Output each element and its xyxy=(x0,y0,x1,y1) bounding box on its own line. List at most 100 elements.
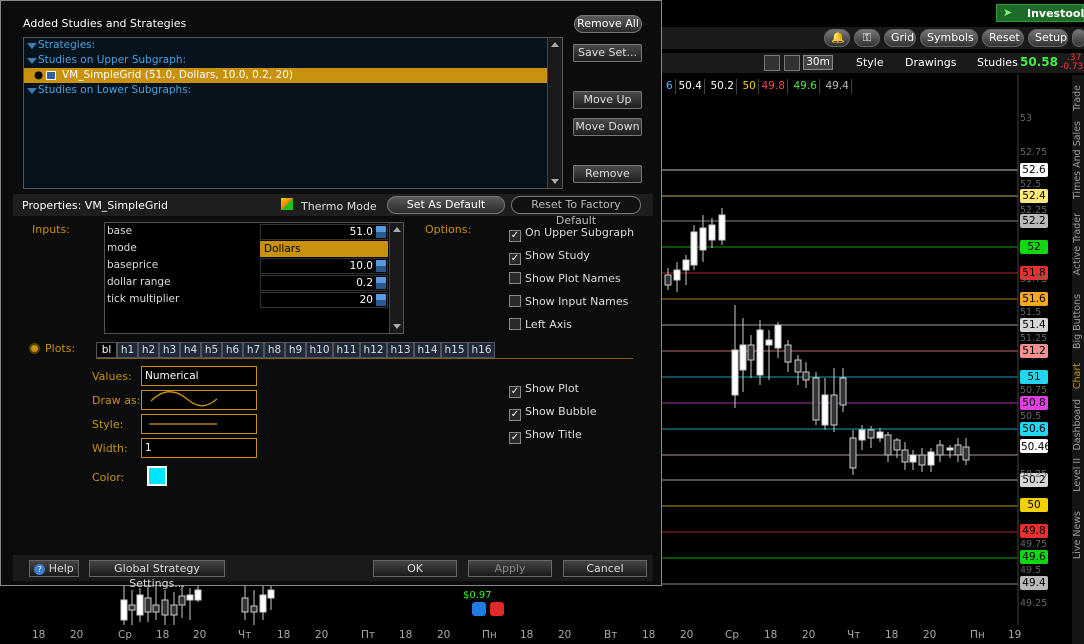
ok-button[interactable]: OK xyxy=(373,560,457,577)
plot-tab[interactable]: h7 xyxy=(243,342,264,358)
side-tab[interactable]: Dashboard xyxy=(1072,399,1083,451)
input-value-field[interactable]: 20 xyxy=(260,292,388,308)
spinner-icon[interactable] xyxy=(376,260,386,272)
plot-tab[interactable]: h12 xyxy=(360,342,387,358)
apply-button[interactable]: Apply xyxy=(468,560,552,577)
plot-tab[interactable]: h13 xyxy=(387,342,414,358)
symbols-button[interactable]: Symbols xyxy=(920,29,978,47)
cancel-button[interactable]: Cancel xyxy=(563,560,647,577)
move-up-button[interactable]: Move Up xyxy=(573,91,642,109)
side-tab[interactable]: Times And Sales xyxy=(1072,121,1083,199)
plot-tab[interactable]: h4 xyxy=(180,342,201,358)
plot-tab[interactable]: h14 xyxy=(414,342,441,358)
reset-button[interactable]: Reset xyxy=(982,29,1024,47)
timeframe-button[interactable]: 30m xyxy=(803,55,833,70)
side-tab[interactable]: Level II xyxy=(1072,458,1083,492)
checkbox-icon[interactable]: ✓ xyxy=(509,432,521,444)
input-row[interactable]: base 51.0 xyxy=(105,224,389,241)
collapse-icon[interactable] xyxy=(27,88,37,94)
plot-tab[interactable]: h3 xyxy=(159,342,180,358)
plot-tab[interactable]: h16 xyxy=(468,342,495,358)
checkbox-icon[interactable] xyxy=(509,318,521,330)
side-tab[interactable]: Chart xyxy=(1072,363,1083,389)
scroll-down-icon[interactable] xyxy=(551,179,559,184)
plot-tab[interactable]: h10 xyxy=(306,342,333,358)
spinner-icon[interactable] xyxy=(376,294,386,306)
checkbox-icon[interactable]: ✓ xyxy=(509,409,521,421)
global-strategy-settings-button[interactable]: Global Strategy Settings... xyxy=(89,560,225,590)
spinner-icon[interactable] xyxy=(376,226,386,238)
side-tab[interactable]: Trade xyxy=(1072,85,1083,111)
checkbox-icon[interactable] xyxy=(509,295,521,307)
studies-menu[interactable]: Studies xyxy=(977,56,1018,69)
list-item-selected-study[interactable]: ● VM_SimpleGrid (51.0, Dollars, 10.0, 0.… xyxy=(24,68,562,83)
plot-tab[interactable]: h8 xyxy=(264,342,285,358)
scroll-up-icon[interactable] xyxy=(551,42,559,47)
plot-tab[interactable]: h5 xyxy=(201,342,222,358)
reset-to-factory-button[interactable]: Reset To Factory Default xyxy=(511,196,641,227)
plot-option-checkbox[interactable]: ✓ Show Bubble xyxy=(509,405,596,421)
list-group-lower[interactable]: Studies on Lower Subgraphs: xyxy=(24,83,562,98)
option-checkbox[interactable]: Show Input Names xyxy=(509,295,628,309)
sell-icon[interactable] xyxy=(490,602,504,616)
option-checkbox[interactable]: Left Axis xyxy=(509,318,572,332)
thermo-mode-label[interactable]: Thermo Mode xyxy=(301,200,377,213)
thermo-icon[interactable] xyxy=(281,198,293,210)
alerts-bell-button[interactable]: 🔔 xyxy=(824,29,850,47)
fit-icon[interactable] xyxy=(764,55,780,71)
plot-option-checkbox[interactable]: ✓ Show Title xyxy=(509,428,582,444)
option-checkbox[interactable]: Show Plot Names xyxy=(509,272,621,286)
plot-option-checkbox[interactable]: ✓ Show Plot xyxy=(509,382,579,398)
mode-select[interactable]: Dollars xyxy=(260,241,388,257)
style-select[interactable] xyxy=(141,414,257,434)
checkbox-icon[interactable]: ✓ xyxy=(509,386,521,398)
style-menu[interactable]: Style xyxy=(856,56,884,69)
inputs-scrollbar[interactable] xyxy=(389,223,403,333)
setup-button[interactable]: Setup xyxy=(1028,29,1068,47)
values-select[interactable]: Numerical xyxy=(141,366,257,386)
input-row[interactable]: dollar range 0.2 xyxy=(105,275,389,292)
plot-color-swatch[interactable] xyxy=(147,466,167,486)
spinner-icon[interactable] xyxy=(376,277,386,289)
key-button[interactable]: ⚿ xyxy=(854,29,880,47)
move-down-button[interactable]: Move Down xyxy=(573,118,642,136)
plot-tab[interactable]: h11 xyxy=(333,342,360,358)
checkbox-icon[interactable]: ✓ xyxy=(509,230,521,242)
input-row[interactable]: tick multiplier 20 xyxy=(105,292,389,309)
draw-as-select[interactable] xyxy=(141,390,257,410)
plot-tab[interactable]: h1 xyxy=(117,342,138,358)
set-as-default-button[interactable]: Set As Default xyxy=(387,196,505,214)
drawings-menu[interactable]: Drawings xyxy=(905,56,956,69)
grid-button[interactable]: Grid xyxy=(884,29,916,47)
study-list[interactable]: Strategies: Studies on Upper Subgraph: ●… xyxy=(23,37,563,189)
side-tab[interactable]: Live News xyxy=(1072,511,1083,559)
more-button[interactable] xyxy=(1072,29,1084,47)
plot-tab[interactable]: h6 xyxy=(222,342,243,358)
help-button[interactable]: ? Help xyxy=(29,560,79,577)
checkbox-icon[interactable]: ✓ xyxy=(509,253,521,265)
input-row[interactable]: mode Dollars xyxy=(105,241,389,258)
plots-radio-icon[interactable] xyxy=(29,343,40,354)
list-scrollbar[interactable] xyxy=(547,38,562,188)
save-set-button[interactable]: Save Set... xyxy=(573,44,642,62)
buy-icon[interactable] xyxy=(472,602,486,616)
collapse-icon[interactable] xyxy=(27,58,37,64)
input-value-field[interactable]: 0.2 xyxy=(260,275,388,291)
wrench-icon[interactable] xyxy=(784,55,800,71)
option-checkbox[interactable]: ✓ Show Study xyxy=(509,249,590,265)
scroll-up-icon[interactable] xyxy=(393,227,401,232)
collapse-icon[interactable] xyxy=(27,43,37,49)
plot-tab[interactable]: bl xyxy=(96,342,117,358)
plot-tab[interactable]: h2 xyxy=(138,342,159,358)
plot-tab[interactable]: h15 xyxy=(441,342,468,358)
input-row[interactable]: baseprice 10.0 xyxy=(105,258,389,275)
width-select[interactable]: 1 xyxy=(141,438,257,458)
remove-button[interactable]: Remove xyxy=(573,165,642,183)
input-value-field[interactable]: 10.0 xyxy=(260,258,388,274)
list-group-upper[interactable]: Studies on Upper Subgraph: xyxy=(24,53,562,68)
scroll-down-icon[interactable] xyxy=(393,324,401,329)
checkbox-icon[interactable] xyxy=(509,272,521,284)
side-tab[interactable]: Big Buttons xyxy=(1072,294,1083,349)
side-tab[interactable]: Active Trader xyxy=(1072,213,1083,275)
remove-all-button[interactable]: Remove All xyxy=(574,15,642,33)
